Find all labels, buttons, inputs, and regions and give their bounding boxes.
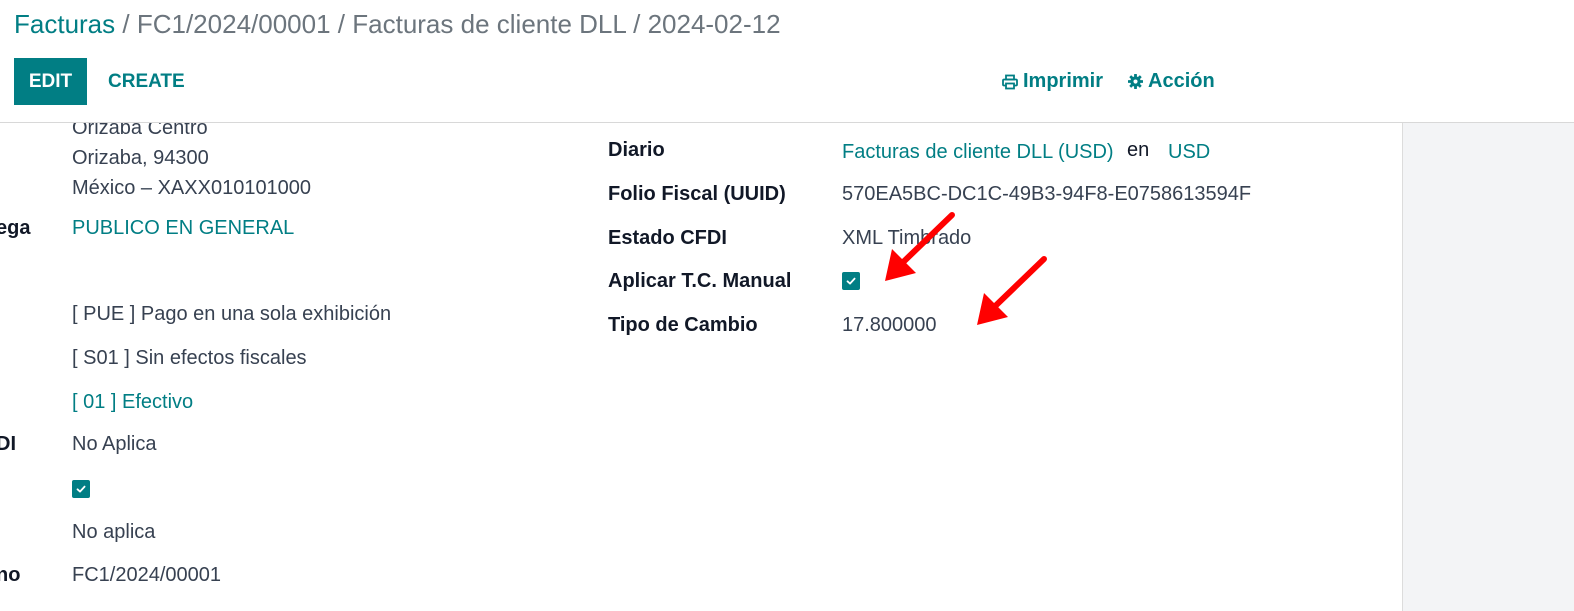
cfdi-use-value: [ S01 ] Sin efectos fiscales	[72, 347, 307, 369]
cfdi-relation-value: No Aplica	[72, 433, 157, 455]
payment-form-link[interactable]: [ 01 ] Efectivo	[72, 391, 193, 414]
breadcrumb-invoice-number: FC1/2024/00001	[136, 9, 331, 39]
export-value: No aplica	[72, 521, 156, 543]
control-panel: Facturas / FC1/2024/00001 / Facturas de …	[0, 0, 1574, 123]
annotation-arrow-exchange-rate	[977, 256, 1047, 325]
printer-icon	[1002, 74, 1018, 89]
manual-exchange-rate-label: Aplicar T.C. Manual	[608, 270, 792, 292]
edit-button[interactable]: EDIT	[14, 58, 87, 105]
action-button[interactable]: Acción	[1128, 70, 1215, 93]
manual-exchange-rate-checkbox[interactable]	[842, 272, 860, 290]
create-button[interactable]: CREATE	[104, 58, 189, 105]
breadcrumb: Facturas / FC1/2024/00001 / Facturas de …	[14, 9, 781, 40]
cfdi-relation-label: DI	[0, 433, 16, 455]
diario-label: Diario	[608, 139, 665, 161]
breadcrumb-facturas[interactable]: Facturas	[14, 9, 115, 39]
delivery-address-label: ega	[0, 217, 31, 239]
print-button[interactable]: Imprimir	[1002, 70, 1103, 93]
estado-cfdi-label: Estado CFDI	[608, 227, 727, 249]
uuid-value: 570EA5BC-DC1C-49B3-94F8-E0758613594F	[842, 183, 1252, 205]
delivery-address-link[interactable]: PUBLICO EN GENERAL	[72, 217, 294, 240]
estado-cfdi-value: XML Timbrado	[842, 227, 972, 249]
diario-currency-link[interactable]: USD	[1168, 141, 1210, 164]
action-label: Acción	[1148, 70, 1215, 92]
breadcrumb-date: 2024-02-12	[647, 9, 781, 39]
invoice-form-sheet: Orizaba Centro Orizaba, 94300 México – X…	[0, 123, 1403, 611]
address-line-3: México – XAXX010101000	[72, 177, 312, 199]
reference-value: FC1/2024/00001	[72, 564, 222, 586]
payment-method-value: [ PUE ] Pago en una sola exhibición	[72, 303, 392, 325]
breadcrumb-separator: /	[122, 9, 137, 39]
print-label: Imprimir	[1023, 70, 1104, 92]
breadcrumb-separator: /	[337, 9, 353, 39]
reference-label: no	[0, 564, 21, 586]
check-icon	[76, 485, 86, 493]
check-icon	[846, 277, 856, 285]
exchange-rate-value: 17.800000	[842, 314, 937, 336]
address-line-1: Orizaba Centro	[72, 123, 208, 139]
breadcrumb-journal: Facturas de cliente DLL	[352, 9, 626, 39]
address-line-2: Orizaba, 94300	[72, 147, 209, 169]
gear-icon	[1128, 74, 1143, 89]
diario-journal-link[interactable]: Facturas de cliente DLL (USD)	[842, 141, 1114, 164]
diario-in-text: en	[1127, 139, 1150, 161]
exchange-rate-label: Tipo de Cambio	[608, 314, 758, 336]
breadcrumb-separator: /	[633, 9, 648, 39]
uuid-label: Folio Fiscal (UUID)	[608, 183, 786, 205]
chatter-gutter	[1403, 123, 1574, 611]
left-checkbox[interactable]	[72, 480, 90, 498]
